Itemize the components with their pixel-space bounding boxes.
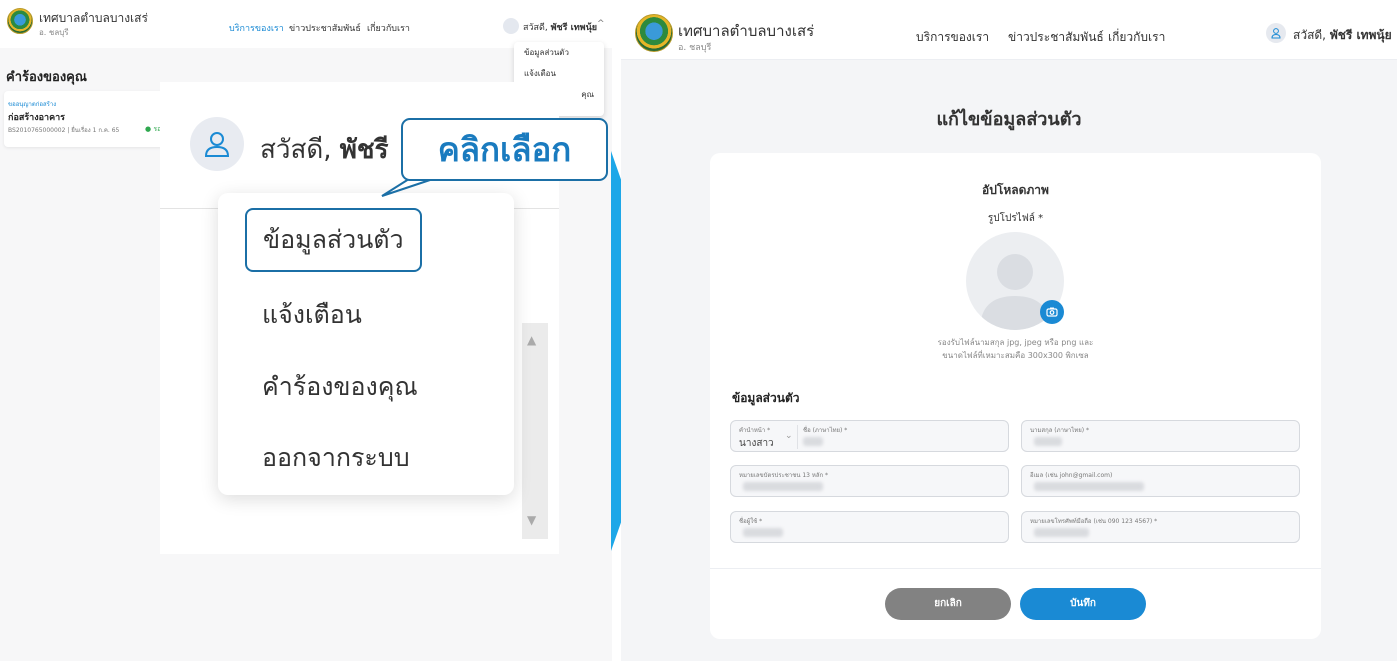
chevron-down-icon[interactable]: ⌄ [785, 431, 793, 441]
lastname-input[interactable] [1034, 437, 1062, 446]
lastname-field[interactable]: นามสกุล (ภาษาไทย) * [1021, 420, 1300, 452]
profile-form: อัปโหลดภาพ รูปโปรไฟล์ * รองรับไฟล์นามสกุ… [710, 153, 1321, 639]
field-divider [797, 425, 798, 449]
email-input[interactable] [1034, 482, 1144, 491]
scroll-up-icon[interactable]: ▲ [527, 333, 536, 347]
menu-item-profile[interactable]: ข้อมูลส่วนตัว [245, 208, 422, 272]
small-menu-notifications[interactable]: แจ้งเตือน [514, 63, 604, 84]
camera-icon[interactable] [1040, 300, 1064, 324]
idcard-label: หมายเลขบัตรประชาชน 13 หลัก * [739, 472, 829, 479]
requests-title: คำร้องของคุณ [6, 70, 87, 85]
user-name: พัชรี เทพนุ้ย [550, 23, 598, 33]
greeting-text: สวัสดี, [523, 23, 548, 33]
nav-news-large[interactable]: ข่าวประชาสัมพันธ์ [1008, 28, 1104, 47]
user-greeting[interactable]: สวัสดี, พัชรี เทพนุ้ย [523, 20, 597, 34]
small-menu-profile[interactable]: ข้อมูลส่วนตัว [514, 42, 604, 63]
username-field[interactable]: ชื่อผู้ใช้ * [730, 511, 1009, 543]
menu-item-logout[interactable]: ออกจากระบบ [262, 438, 410, 478]
left-panel: เทศบาลตำบลบางเสร่ อ. ชลบุรี บริการของเรา… [0, 0, 612, 661]
right-panel: เทศบาลตำบลบางเสร่ อ. ชลบุรี บริการของเรา… [621, 8, 1397, 661]
avatar-large[interactable] [1266, 23, 1286, 43]
idcard-field[interactable]: หมายเลขบัตรประชาชน 13 หลัก * [730, 465, 1009, 497]
zoom-greeting: สวัสดี, พัชรี [260, 129, 389, 170]
request-title: ก่อสร้างอาคาร [8, 113, 65, 123]
upload-title: อัปโหลดภาพ [982, 183, 1049, 197]
greeting-text-large: สวัสดี, [1293, 28, 1326, 42]
prefix-label: คำนำหน้า * [739, 427, 771, 434]
user-dropdown-menu: ข้อมูลส่วนตัว แจ้งเตือน คำร้องของคุณ ออก… [218, 193, 514, 495]
nav-about-large[interactable]: เกี่ยวกับเรา [1108, 28, 1165, 47]
nav-about[interactable]: เกี่ยวกับเรา [367, 21, 410, 35]
email-label: อีเมล (เช่น john@gmail.com) [1030, 472, 1113, 479]
section-title: ข้อมูลส่วนตัว [732, 391, 800, 405]
upload-hint-line-2: ขนาดไฟล์ที่เหมาะสมคือ 300x300 พิกเซล [942, 351, 1089, 360]
cancel-button[interactable]: ยกเลิก [885, 588, 1011, 620]
menu-item-requests[interactable]: คำร้องของคุณ [262, 367, 418, 407]
save-button[interactable]: บันทึก [1020, 588, 1146, 620]
name-field-group: คำนำหน้า * นางสาว ⌄ ชื่อ (ภาษาไทย) * [730, 420, 1009, 452]
org-logo[interactable] [7, 8, 33, 34]
request-meta: BS2010765000002 | ยื่นเรื่อง 1 ก.ค. 65 [8, 127, 120, 134]
chevron-up-icon[interactable]: ^ [597, 19, 605, 29]
nav-news[interactable]: ข่าวประชาสัมพันธ์ [289, 21, 361, 35]
phone-input[interactable] [1034, 528, 1089, 537]
header: เทศบาลตำบลบางเสร่ อ. ชลบุรี บริการของเรา… [621, 8, 1397, 60]
request-card[interactable]: ขออนุญาตก่อสร้าง ก่อสร้างอาคาร BS2010765… [4, 91, 179, 147]
zoom-greeting-text: สวัสดี, [260, 135, 332, 165]
phone-field[interactable]: หมายเลขโทรศัพท์มือถือ (เช่น 090 123 4567… [1021, 511, 1300, 543]
nav-services-large[interactable]: บริการของเรา [916, 28, 989, 47]
firstname-input[interactable] [803, 437, 823, 446]
form-footer-divider [710, 568, 1321, 569]
username-label: ชื่อผู้ใช้ * [739, 518, 763, 525]
small-header: เทศบาลตำบลบางเสร่ อ. ชลบุรี บริการของเรา… [0, 0, 612, 48]
upload-hint-line-1: รองรับไฟล์นามสกุล jpg, jpeg หรือ png และ [937, 338, 1094, 347]
user-icon [190, 117, 244, 171]
scroll-down-icon[interactable]: ▼ [527, 513, 536, 527]
email-field[interactable]: อีเมล (เช่น john@gmail.com) [1021, 465, 1300, 497]
org-logo-large[interactable] [635, 14, 673, 52]
upload-hint: รองรับไฟล์นามสกุล jpg, jpeg หรือ png และ… [710, 336, 1321, 362]
scrollbar[interactable]: ▲ ▼ [522, 323, 548, 539]
org-district-large: อ. ชลบุรี [678, 43, 712, 53]
lastname-label: นามสกุล (ภาษาไทย) * [1030, 427, 1090, 434]
prefix-select[interactable]: นางสาว [739, 436, 774, 451]
zoom-user-name: พัชรี [339, 135, 389, 165]
nav-services[interactable]: บริการของเรา [229, 21, 284, 35]
callout-click-select: คลิกเลือก [401, 118, 608, 181]
org-district: อ. ชลบุรี [39, 28, 69, 37]
page-title: แก้ไขข้อมูลส่วนตัว [936, 109, 1082, 130]
menu-item-notifications[interactable]: แจ้งเตือน [262, 295, 362, 335]
idcard-input[interactable] [743, 482, 823, 491]
chevron-down-icon[interactable]: ⌄ [1375, 24, 1385, 38]
firstname-label: ชื่อ (ภาษาไทย) * [803, 427, 848, 434]
avatar[interactable] [503, 18, 519, 34]
request-status: ● รอ [145, 125, 162, 133]
request-category: ขออนุญาตก่อสร้าง [8, 101, 57, 108]
profile-label: รูปโปรไฟล์ * [987, 213, 1044, 224]
phone-label: หมายเลขโทรศัพท์มือถือ (เช่น 090 123 4567… [1030, 518, 1158, 525]
username-input[interactable] [743, 528, 783, 537]
